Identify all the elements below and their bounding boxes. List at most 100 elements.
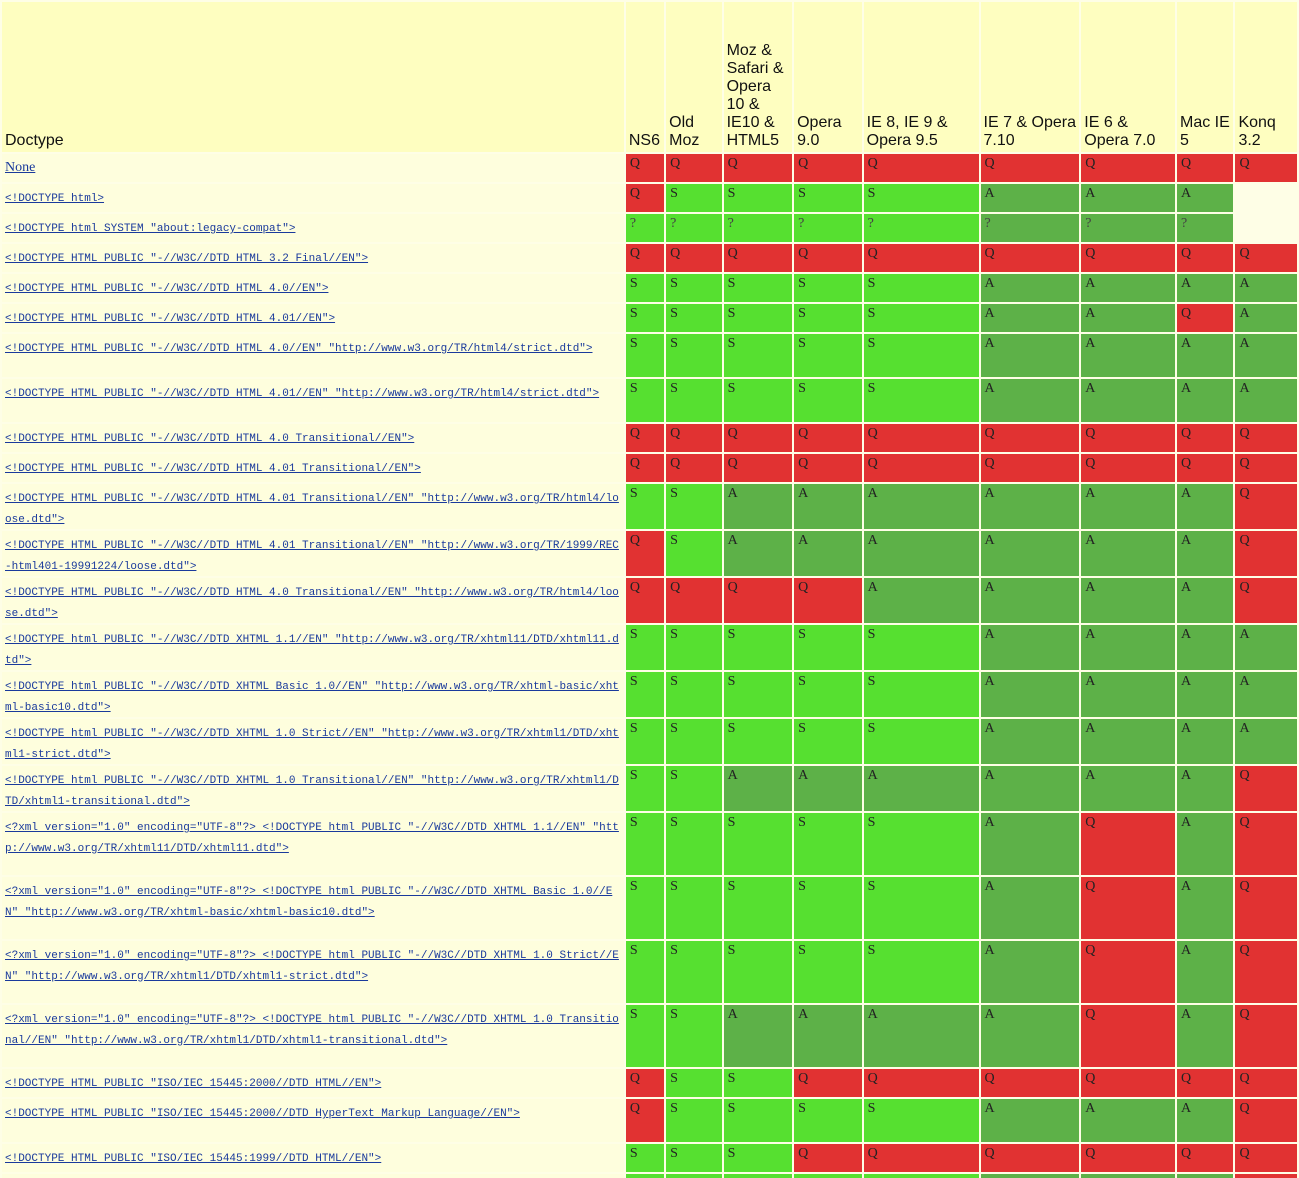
doctype-link[interactable]: <!DOCTYPE html PUBLIC "-//W3C//DTD XHTML… [5, 634, 619, 667]
doctype-cell: <?xml version="1.0" encoding="UTF-8"?> <… [2, 1005, 624, 1067]
doctype-link[interactable]: <!DOCTYPE html> [5, 193, 104, 205]
mode-cell: Q [863, 454, 979, 482]
mode-cell: Q [1235, 1144, 1297, 1172]
mode-cell: A [1235, 334, 1297, 377]
mode-cell: Q [666, 454, 722, 482]
mode-cell: S [666, 813, 722, 875]
doctype-link[interactable]: <!DOCTYPE HTML PUBLIC "-//W3C//DTD HTML … [5, 253, 368, 265]
mode-cell: S [625, 379, 665, 422]
doctype-link[interactable]: <?xml version="1.0" encoding="UTF-8"?> <… [5, 950, 619, 983]
header-row: Doctype NS6 Old Moz Moz & Safari & Opera… [2, 2, 1297, 152]
doctype-link[interactable]: <!DOCTYPE html PUBLIC "-//W3C//DTD XHTML… [5, 681, 619, 714]
doctype-link[interactable]: <!DOCTYPE html PUBLIC "-//W3C//DTD XHTML… [5, 775, 619, 808]
mode-cell: S [666, 1099, 722, 1142]
table-row: <?xml version="1.0" encoding="UTF-8"?> <… [2, 813, 1297, 875]
mode-cell: Q [1081, 244, 1175, 272]
mode-cell: S [625, 1005, 665, 1067]
mode-cell [1235, 214, 1297, 242]
doctype-link[interactable]: <?xml version="1.0" encoding="UTF-8"?> <… [5, 822, 619, 855]
doctype-cell: <!DOCTYPE HTML PUBLIC "ISO/IEC 15445:199… [2, 1174, 624, 1178]
doctype-link[interactable]: <!DOCTYPE HTML PUBLIC "-//W3C//DTD HTML … [5, 283, 328, 295]
mode-cell: Q [1177, 454, 1234, 482]
mode-cell: Q [1235, 424, 1297, 452]
mode-cell: A [1177, 625, 1234, 670]
doctype-cell: <!DOCTYPE html PUBLIC "-//W3C//DTD XHTML… [2, 766, 624, 811]
mode-cell: Q [980, 1069, 1080, 1097]
doctype-link[interactable]: None [5, 160, 35, 175]
header-konq32: Konq 3.2 [1235, 2, 1297, 152]
mode-cell: S [723, 941, 793, 1003]
doctype-cell: <!DOCTYPE HTML PUBLIC "-//W3C//DTD HTML … [2, 484, 624, 529]
mode-cell: A [980, 484, 1080, 529]
mode-cell: Q [625, 244, 665, 272]
doctype-link[interactable]: <!DOCTYPE HTML PUBLIC "ISO/IEC 15445:200… [5, 1108, 520, 1120]
mode-cell: S [723, 184, 793, 212]
mode-cell: S [863, 672, 979, 717]
mode-cell: S [794, 334, 862, 377]
mode-cell: A [1177, 672, 1234, 717]
doctype-link[interactable]: <!DOCTYPE HTML PUBLIC "ISO/IEC 15445:199… [5, 1153, 381, 1165]
mode-cell: S [666, 304, 722, 332]
mode-cell: Q [980, 154, 1080, 182]
mode-cell: A [980, 766, 1080, 811]
table-row: <!DOCTYPE html PUBLIC "-//W3C//DTD XHTML… [2, 672, 1297, 717]
doctype-link[interactable]: <!DOCTYPE HTML PUBLIC "-//W3C//DTD HTML … [5, 493, 619, 526]
mode-cell: Q [1081, 454, 1175, 482]
mode-cell: A [980, 304, 1080, 332]
table-row: <!DOCTYPE html PUBLIC "-//W3C//DTD XHTML… [2, 625, 1297, 670]
mode-cell: A [1081, 379, 1175, 422]
doctype-link[interactable]: <!DOCTYPE HTML PUBLIC "-//W3C//DTD HTML … [5, 587, 619, 620]
doctype-cell: <!DOCTYPE HTML PUBLIC "-//W3C//DTD HTML … [2, 531, 624, 576]
mode-cell: A [1177, 766, 1234, 811]
mode-cell: Q [1081, 424, 1175, 452]
doctype-link[interactable]: <!DOCTYPE HTML PUBLIC "-//W3C//DTD HTML … [5, 540, 619, 573]
doctype-link[interactable]: <!DOCTYPE HTML PUBLIC "ISO/IEC 15445:200… [5, 1078, 381, 1090]
mode-cell: S [863, 1174, 979, 1178]
doctype-cell: <!DOCTYPE HTML PUBLIC "-//W3C//DTD HTML … [2, 454, 624, 482]
mode-cell: S [794, 672, 862, 717]
mode-cell: Q [794, 154, 862, 182]
mode-cell: S [666, 941, 722, 1003]
mode-cell: Q [863, 1069, 979, 1097]
mode-cell: A [1235, 274, 1297, 302]
mode-cell: A [1177, 334, 1234, 377]
mode-cell: Q [1235, 454, 1297, 482]
mode-cell: Q [1177, 1069, 1234, 1097]
doctype-cell: <?xml version="1.0" encoding="UTF-8"?> <… [2, 941, 624, 1003]
mode-cell: A [1235, 379, 1297, 422]
doctype-cell: <!DOCTYPE HTML PUBLIC "ISO/IEC 15445:200… [2, 1099, 624, 1142]
doctype-link[interactable]: <?xml version="1.0" encoding="UTF-8"?> <… [5, 886, 612, 919]
mode-cell: S [666, 625, 722, 670]
table-row: <!DOCTYPE html PUBLIC "-//W3C//DTD XHTML… [2, 766, 1297, 811]
mode-cell: S [666, 379, 722, 422]
doctype-link[interactable]: <!DOCTYPE html PUBLIC "-//W3C//DTD XHTML… [5, 728, 619, 761]
doctype-link[interactable]: <!DOCTYPE HTML PUBLIC "-//W3C//DTD HTML … [5, 388, 599, 400]
mode-cell: A [1081, 304, 1175, 332]
mode-cell: S [794, 813, 862, 875]
doctype-link[interactable]: <?xml version="1.0" encoding="UTF-8"?> <… [5, 1014, 619, 1047]
mode-cell: S [794, 719, 862, 764]
mode-cell: Q [1235, 531, 1297, 576]
mode-cell: A [794, 531, 862, 576]
doctype-cell: <!DOCTYPE HTML PUBLIC "-//W3C//DTD HTML … [2, 424, 624, 452]
doctype-mode-table: Doctype NS6 Old Moz Moz & Safari & Opera… [0, 0, 1299, 1178]
mode-cell: S [666, 334, 722, 377]
mode-cell: A [980, 184, 1080, 212]
doctype-link[interactable]: <!DOCTYPE HTML PUBLIC "-//W3C//DTD HTML … [5, 313, 335, 325]
doctype-link[interactable]: <!DOCTYPE HTML PUBLIC "-//W3C//DTD HTML … [5, 343, 593, 355]
doctype-link[interactable]: <!DOCTYPE HTML PUBLIC "-//W3C//DTD HTML … [5, 433, 414, 445]
mode-cell: Q [1081, 941, 1175, 1003]
table-row: <!DOCTYPE html> Q S S S S A A A [2, 184, 1297, 212]
table-row: <!DOCTYPE HTML PUBLIC "-//W3C//DTD HTML … [2, 454, 1297, 482]
doctype-link[interactable]: <!DOCTYPE html SYSTEM "about:legacy-comp… [5, 223, 295, 235]
mode-cell: A [1177, 1005, 1234, 1067]
mode-cell: A [1177, 274, 1234, 302]
mode-cell: S [666, 719, 722, 764]
mode-cell: A [723, 766, 793, 811]
mode-cell: A [1177, 877, 1234, 939]
doctype-link[interactable]: <!DOCTYPE HTML PUBLIC "-//W3C//DTD HTML … [5, 463, 421, 475]
mode-cell: S [625, 941, 665, 1003]
mode-cell: ? [1177, 214, 1234, 242]
mode-cell: Q [980, 424, 1080, 452]
mode-cell: ? [980, 214, 1080, 242]
